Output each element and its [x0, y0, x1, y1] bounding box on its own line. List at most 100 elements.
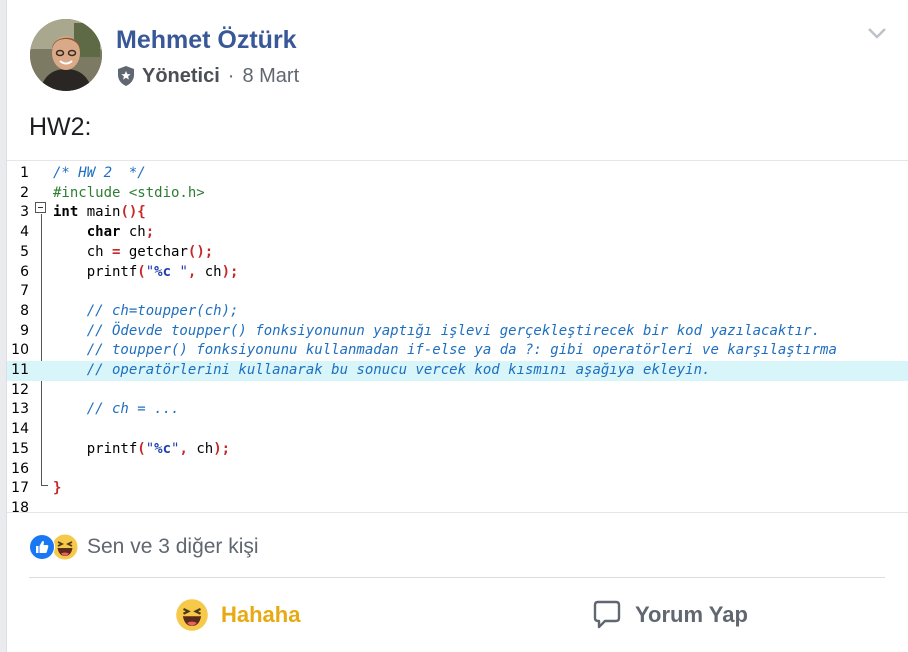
- divider: [29, 577, 885, 578]
- line-number: 3: [20, 204, 29, 221]
- line-number: 9: [20, 322, 29, 339]
- code-line: 10 // toupper() fonksiyonunu kullanmadan…: [7, 341, 908, 361]
- haha-icon: [176, 599, 208, 631]
- code-text: #include <stdio.h>: [53, 184, 205, 204]
- haha-reaction-button[interactable]: Hahaha: [175, 592, 300, 638]
- code-token: );: [221, 263, 239, 280]
- code-token: ch: [120, 224, 146, 241]
- code-line: 15 printf("%c", ch);: [7, 440, 908, 460]
- line-number: 4: [20, 224, 29, 241]
- code-token: int: [53, 204, 79, 221]
- code-text: // operatörlerini kullanarak bu sonucu v…: [53, 361, 711, 381]
- code-token: #include <stdio.h>: [53, 184, 205, 201]
- line-number: 14: [11, 421, 29, 438]
- like-icon: [29, 534, 55, 560]
- code-token: // ch=toupper(ch);: [53, 302, 239, 319]
- reactions-summary[interactable]: Sen ve 3 diğer kişi: [29, 530, 259, 564]
- code-token: ;: [145, 224, 155, 241]
- code-token: /* HW 2 */: [53, 165, 146, 181]
- comment-label: Yorum Yap: [635, 602, 748, 627]
- code-token: // ch = ...: [53, 401, 180, 418]
- code-text: printf("%c", ch);: [53, 440, 230, 460]
- line-number: 8: [20, 302, 29, 319]
- code-line: 5 ch = getchar();: [7, 243, 908, 263]
- code-screenshot: 1/* HW 2 */2 #include <stdio.h> 3 int main(…: [7, 160, 908, 516]
- line-number: 10: [11, 342, 29, 359]
- code-line: 18: [7, 499, 908, 519]
- code-text: // Ödevde toupper() fonksiyonunun yaptığ…: [53, 322, 820, 342]
- code-token: printf: [53, 263, 138, 280]
- code-text: }: [53, 479, 61, 499]
- line-number: 16: [11, 460, 29, 477]
- code-line: 16: [7, 460, 908, 480]
- code-token: // toupper() fonksiyonunu kullanmadan if…: [53, 342, 837, 359]
- code-line: 17}: [7, 479, 908, 499]
- code-token: getchar: [120, 243, 188, 260]
- code-token: // Ödevde toupper() fonksiyonunun yaptığ…: [53, 322, 821, 339]
- code-text: int main(){: [53, 203, 146, 223]
- code-token: ": [145, 263, 155, 280]
- code-line: 11 // operatörlerini kullanarak bu sonuc…: [7, 361, 908, 381]
- post-card: Mehmet Öztürk Yönetici · 8 Mart HW2: 1 /*…: [6, 0, 908, 652]
- line-number: 7: [20, 283, 29, 300]
- code-token: char: [86, 224, 121, 241]
- code-token: ch: [196, 263, 222, 280]
- haha-label: Hahaha: [221, 602, 301, 627]
- code-line: 6 printf("%c ", ch);: [7, 263, 908, 283]
- code-line: 7: [7, 282, 908, 302]
- chevron-down-icon[interactable]: [867, 26, 887, 40]
- line-number: 18: [11, 499, 29, 516]
- line-number: 6: [20, 263, 29, 280]
- post-meta: Yönetici · 8 Mart: [116, 62, 299, 90]
- code-line: 1 /* HW 2 */: [7, 164, 908, 184]
- code-token: // operatörlerini kullanarak bu sonucu v…: [53, 362, 711, 378]
- line-number: 5: [20, 243, 29, 260]
- code-line: 9 // Ödevde toupper() fonksiyonunun yapt…: [7, 322, 908, 342]
- haha-icon: [51, 533, 79, 561]
- code-line: 8 // ch=toupper(ch);: [7, 302, 908, 322]
- code-text: printf("%c ", ch);: [53, 263, 239, 283]
- comment-button[interactable]: Yorum Yap: [591, 592, 748, 638]
- line-number: 15: [11, 440, 29, 457]
- code-line: 2 #include <stdio.h>: [7, 184, 908, 204]
- code-token: ch: [53, 243, 113, 260]
- code-token: main: [78, 204, 121, 221]
- avatar-image: [30, 19, 102, 91]
- code-token: %c: [154, 440, 172, 457]
- code-token: printf: [53, 440, 138, 457]
- code-token: ch: [187, 440, 214, 457]
- admin-badge-icon: [118, 66, 134, 86]
- code-text: ch = getchar();: [53, 243, 213, 263]
- code-text: char ch;: [53, 223, 154, 243]
- code-token: ": [145, 440, 155, 457]
- code-token: );: [213, 440, 231, 457]
- code-token: (){: [120, 204, 146, 221]
- code-line: 13 // ch = ...: [7, 400, 908, 420]
- code-line: 3 int main(){: [7, 203, 908, 223]
- code-line: 12: [7, 381, 908, 401]
- author-name[interactable]: Mehmet Öztürk: [116, 26, 297, 55]
- code-token: ": [171, 263, 188, 280]
- code-text: // toupper() fonksiyonunu kullanmadan if…: [53, 341, 837, 361]
- code-token: ();: [187, 243, 214, 260]
- line-number: 17: [11, 480, 29, 497]
- line-number: 11: [11, 362, 29, 378]
- code-text: // ch=toupper(ch);: [53, 302, 239, 322]
- code-token: %c: [154, 263, 172, 280]
- post-text: HW2:: [29, 113, 92, 141]
- avatar[interactable]: [30, 19, 102, 91]
- member-role: Yönetici: [142, 64, 220, 87]
- code-text: // ch = ...: [53, 400, 180, 420]
- code-line: 4 char ch;: [7, 223, 908, 243]
- code-token: (: [137, 263, 146, 280]
- code-token: }: [53, 480, 62, 497]
- line-number: 1: [20, 165, 29, 181]
- line-number: 2: [20, 184, 29, 201]
- post-date[interactable]: 8 Mart: [242, 65, 299, 88]
- code-token: ,: [179, 440, 188, 457]
- code-text: /* HW 2 */: [53, 164, 146, 184]
- comment-icon: [593, 600, 621, 629]
- reactions-text: Sen ve 3 diğer kişi: [87, 535, 259, 558]
- code-token: (: [137, 440, 146, 457]
